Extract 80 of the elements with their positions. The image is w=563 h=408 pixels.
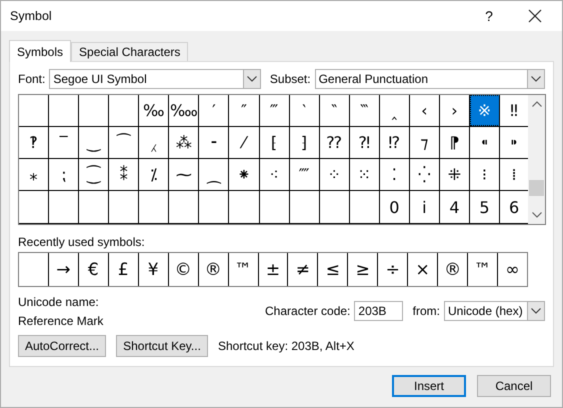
unicode-name-label: Unicode name: xyxy=(18,294,100,308)
symbol-cell[interactable]: ⁝ xyxy=(470,159,500,190)
character-code-label: Character code: xyxy=(265,304,350,318)
chevron-down-icon xyxy=(531,76,541,82)
symbol-cell[interactable]: ⁘ xyxy=(320,159,350,190)
symbol-cell[interactable]: ⁊ xyxy=(410,127,440,158)
symbol-cell[interactable]: ⁅ xyxy=(260,127,290,158)
symbol-cell[interactable]: ⁔ xyxy=(199,159,230,190)
dialog-button[interactable]: Cancel xyxy=(477,375,551,397)
symbol-cell[interactable]: ⁓ xyxy=(169,159,200,190)
symbol-cell[interactable]: ‹ xyxy=(410,95,440,126)
symbol-cell[interactable]: ⁃ xyxy=(199,127,230,158)
symbol-cell[interactable]: ⁈ xyxy=(350,127,380,158)
dialog-button[interactable]: Insert xyxy=(392,375,466,397)
symbol-cell[interactable]: ⁛ xyxy=(410,159,440,190)
symbol-cell[interactable]: i xyxy=(410,191,440,223)
symbol-cell[interactable]: ⁍ xyxy=(500,127,528,158)
symbol-cell[interactable]: 5 xyxy=(470,191,500,223)
symbol-cell[interactable]: ‽ xyxy=(19,127,50,158)
symbol-cell[interactable]: ‷ xyxy=(350,95,380,126)
help-button[interactable]: ? xyxy=(466,1,512,31)
symbol-cell[interactable]: ⁇ xyxy=(320,127,350,158)
symbol-cell[interactable]: ⁚ xyxy=(380,159,410,190)
symbol-cell[interactable]: ‰ xyxy=(139,95,170,126)
unicode-name-value: Reference Mark xyxy=(18,314,104,328)
autocorrect-button[interactable]: AutoCorrect... xyxy=(18,335,106,357)
symbol-cell[interactable]: ⁆ xyxy=(290,127,320,158)
scroll-up-icon[interactable] xyxy=(532,101,542,107)
symbol-cell[interactable]: 0 xyxy=(380,191,410,223)
font-dropdown[interactable]: Segoe UI Symbol xyxy=(49,69,261,89)
symbol-cell[interactable]: ⁎ xyxy=(19,159,50,190)
symbol-cell[interactable]: ⁉ xyxy=(380,127,410,158)
shortcut-key-text: Shortcut key: 203B, Alt+X xyxy=(218,339,354,353)
symbol-cell[interactable]: ‿ xyxy=(79,127,110,158)
scroll-down-icon[interactable] xyxy=(532,212,542,218)
symbol-cell[interactable]: 6 xyxy=(500,191,528,223)
symbol-cell[interactable]: ⁏ xyxy=(49,159,80,190)
symbol-cell[interactable]: ⁂ xyxy=(169,127,200,158)
chevron-down-icon xyxy=(246,76,257,82)
symbol-cell[interactable]: ⁖ xyxy=(260,159,290,190)
symbol-cell[interactable]: ″ xyxy=(229,95,260,126)
symbol-cell[interactable]: ⁌ xyxy=(470,127,500,158)
symbol-cell[interactable]: ⁜ xyxy=(440,159,470,190)
recent-symbols-label: Recently used symbols: xyxy=(18,235,146,249)
tab[interactable]: Special Characters xyxy=(71,42,188,61)
symbol-cell[interactable]: ⁄ xyxy=(229,127,260,158)
symbol-cell[interactable]: ′ xyxy=(199,95,230,126)
symbol-cell[interactable]: ⁁ xyxy=(139,127,170,158)
tab[interactable]: Symbols xyxy=(9,40,72,62)
subset-dropdown[interactable]: General Punctuation xyxy=(314,69,545,89)
character-code-field[interactable]: 203B xyxy=(354,301,403,321)
symbol-cell[interactable]: ‸ xyxy=(380,95,410,126)
window-title: Symbol xyxy=(10,9,53,23)
shortcut-key-button[interactable]: Shortcut Key... xyxy=(116,335,208,357)
from-label: from: xyxy=(412,304,440,318)
symbol-cell[interactable]: ⁞ xyxy=(500,159,528,190)
symbol-cell[interactable]: ‱ xyxy=(169,95,200,126)
symbol-cell[interactable]: ‵ xyxy=(290,95,320,126)
symbol-cell[interactable]: ‶ xyxy=(320,95,350,126)
symbol-cell[interactable]: ⁕ xyxy=(229,159,260,190)
symbol-cell[interactable]: ⁀ xyxy=(109,127,140,158)
symbol-cell[interactable]: 4 xyxy=(440,191,470,223)
subset-label: Subset: xyxy=(270,72,311,86)
symbol-cell[interactable]: ※ xyxy=(470,95,500,126)
symbol-cell[interactable]: ⁒ xyxy=(139,159,170,190)
scrollbar[interactable] xyxy=(528,95,545,224)
scrollbar-thumb[interactable] xyxy=(529,180,544,196)
recent-symbol[interactable]: ∞ xyxy=(498,253,527,286)
symbol-cell[interactable]: ⁑ xyxy=(109,159,140,190)
symbol-cell[interactable]: ⁙ xyxy=(350,159,380,190)
symbol-cell[interactable]: ‴ xyxy=(260,95,290,126)
close-icon xyxy=(528,9,542,23)
symbol-cell[interactable]: ⁗ xyxy=(290,159,320,190)
from-dropdown[interactable]: Unicode (hex) xyxy=(444,301,545,321)
chevron-down-icon xyxy=(531,308,541,314)
font-label: Font: xyxy=(18,72,46,86)
symbol-cell[interactable]: ⁐ xyxy=(79,159,110,190)
symbol-cell[interactable]: ⁋ xyxy=(440,127,470,158)
symbol-cell[interactable]: ‾ xyxy=(49,127,80,158)
symbol-cell[interactable]: ‼ xyxy=(500,95,528,126)
